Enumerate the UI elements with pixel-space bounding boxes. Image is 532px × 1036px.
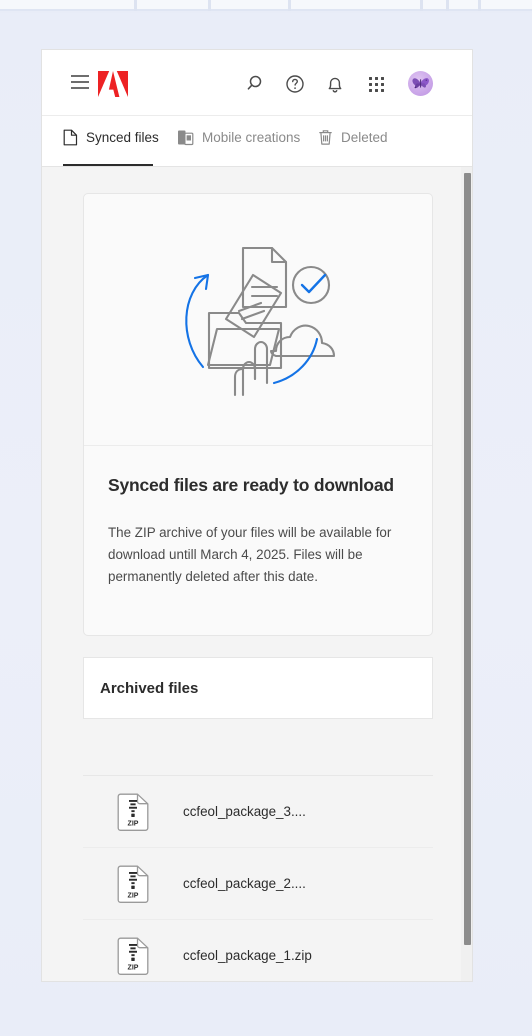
archived-files-title: Archived files bbox=[100, 679, 199, 697]
page-title: Synced files are ready to download bbox=[108, 475, 394, 495]
hero-text-body: Synced files are ready to download The Z… bbox=[84, 446, 432, 588]
svg-text:ZIP: ZIP bbox=[128, 964, 139, 971]
mobile-device-icon bbox=[178, 130, 194, 146]
scrollbar-thumb[interactable] bbox=[464, 173, 471, 945]
table-row[interactable]: ZIP ccfeol_package_3.... bbox=[83, 776, 433, 848]
tab-bar: Synced files Mobile creations Deleted bbox=[42, 116, 472, 167]
scrollbar-track[interactable] bbox=[461, 167, 472, 981]
hero-illustration-area bbox=[84, 194, 432, 446]
search-icon[interactable] bbox=[245, 72, 269, 96]
tab-label: Synced files bbox=[86, 130, 159, 145]
app-switcher-grid-icon[interactable] bbox=[366, 72, 390, 96]
document-icon bbox=[63, 129, 78, 146]
trash-icon bbox=[319, 130, 332, 145]
tab-synced-files[interactable]: Synced files bbox=[63, 129, 159, 146]
browser-tab-tick bbox=[420, 0, 423, 11]
file-name: ccfeol_package_2.... bbox=[183, 876, 306, 891]
file-icon-cell: ZIP bbox=[83, 865, 183, 903]
help-icon[interactable] bbox=[283, 72, 307, 96]
zip-file-icon: ZIP bbox=[117, 793, 149, 831]
adobe-logo-svg bbox=[98, 71, 128, 97]
user-avatar[interactable] bbox=[408, 71, 433, 96]
file-icon-cell: ZIP bbox=[83, 793, 183, 831]
browser-tab-tick bbox=[288, 0, 291, 11]
content-scroll-area[interactable]: Synced files are ready to download The Z… bbox=[42, 167, 472, 981]
tab-mobile-creations[interactable]: Mobile creations bbox=[177, 129, 300, 146]
archived-files-card: Archived files bbox=[83, 657, 433, 719]
browser-tab-tick bbox=[478, 0, 481, 11]
zip-file-icon: ZIP bbox=[117, 937, 149, 975]
hero-description: The ZIP archive of your files will be av… bbox=[108, 525, 392, 584]
app-header bbox=[42, 50, 472, 116]
table-row[interactable]: ZIP ccfeol_package_2.... bbox=[83, 848, 433, 920]
svg-text:ZIP: ZIP bbox=[128, 892, 139, 899]
browser-tab-tick bbox=[208, 0, 211, 11]
active-tab-indicator bbox=[63, 164, 153, 166]
tab-label: Deleted bbox=[341, 130, 388, 145]
zip-file-icon: ZIP bbox=[117, 865, 149, 903]
table-row[interactable]: ZIP ccfeol_package_1.zip bbox=[83, 920, 433, 981]
notifications-bell-icon[interactable] bbox=[323, 72, 347, 96]
browser-tab-strip bbox=[0, 0, 532, 11]
file-name: ccfeol_package_3.... bbox=[183, 804, 306, 819]
adobe-logo bbox=[98, 71, 128, 97]
app-grid-dots bbox=[369, 77, 384, 92]
tab-deleted[interactable]: Deleted bbox=[318, 129, 388, 146]
hamburger-menu-icon[interactable] bbox=[71, 75, 89, 90]
butterfly-avatar-icon bbox=[412, 78, 429, 89]
tab-label: Mobile creations bbox=[202, 130, 301, 145]
browser-tab-tick bbox=[446, 0, 449, 11]
sync-files-to-cloud-illustration bbox=[184, 246, 335, 396]
browser-tab-tick bbox=[134, 0, 137, 11]
svg-text:ZIP: ZIP bbox=[128, 820, 139, 827]
file-icon-cell: ZIP bbox=[83, 937, 183, 975]
archived-files-list: ZIP ccfeol_package_3.... ZIP ccfeol_pack… bbox=[83, 775, 433, 981]
synced-files-ready-card: Synced files are ready to download The Z… bbox=[83, 193, 433, 636]
file-name: ccfeol_package_1.zip bbox=[183, 948, 312, 963]
app-window: Synced files Mobile creations Deleted Sy… bbox=[41, 49, 473, 982]
